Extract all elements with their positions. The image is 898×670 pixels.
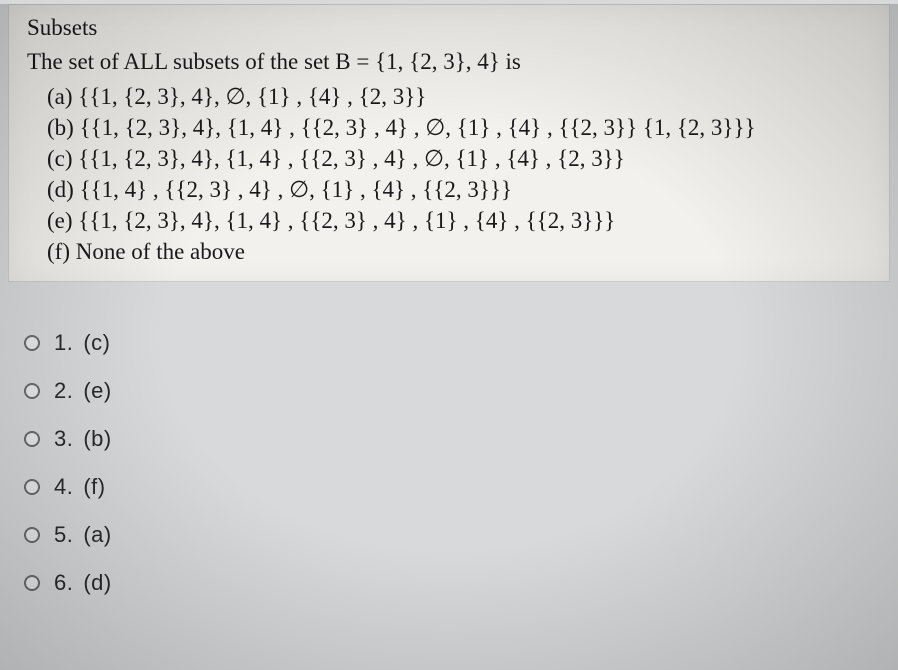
answer-label: 1.(c)	[54, 330, 111, 356]
answer-choice-4[interactable]: 4.(f)	[24, 474, 898, 500]
option-f: (f) None of the above	[27, 236, 871, 267]
radio-icon[interactable]	[24, 431, 40, 447]
option-c: (c) {{1, {2, 3}, 4}, {1, 4} , {{2, 3} , …	[27, 143, 871, 174]
radio-icon[interactable]	[24, 527, 40, 543]
answer-choice-3[interactable]: 3.(b)	[24, 426, 898, 452]
section-heading: Subsets	[27, 15, 871, 41]
radio-icon[interactable]	[24, 575, 40, 591]
option-d: (d) {{1, 4} , {{2, 3} , 4} , ∅, {1} , {4…	[27, 174, 871, 205]
answer-label: 3.(b)	[54, 426, 112, 452]
answer-choice-1[interactable]: 1.(c)	[24, 330, 898, 356]
question-prompt: The set of ALL subsets of the set B = {1…	[27, 47, 871, 77]
radio-icon[interactable]	[24, 383, 40, 399]
answer-label: 5.(a)	[54, 522, 112, 548]
answer-label: 6.(d)	[54, 570, 112, 596]
answer-choice-5[interactable]: 5.(a)	[24, 522, 898, 548]
option-b: (b) {{1, {2, 3}, 4}, {1, 4} , {{2, 3} , …	[27, 112, 871, 143]
option-e: (e) {{1, {2, 3}, 4}, {1, 4} , {{2, 3} , …	[27, 205, 871, 236]
answer-label: 4.(f)	[54, 474, 106, 500]
answer-label: 2.(e)	[54, 378, 112, 404]
radio-icon[interactable]	[24, 335, 40, 351]
answer-choice-6[interactable]: 6.(d)	[24, 570, 898, 596]
radio-icon[interactable]	[24, 479, 40, 495]
answer-choice-2[interactable]: 2.(e)	[24, 378, 898, 404]
question-box: Subsets The set of ALL subsets of the se…	[8, 4, 890, 282]
answer-list: 1.(c) 2.(e) 3.(b) 4.(f) 5.(a) 6.(d)	[0, 330, 898, 596]
option-a: (a) {{1, {2, 3}, 4}, ∅, {1} , {4} , {2, …	[27, 81, 871, 112]
